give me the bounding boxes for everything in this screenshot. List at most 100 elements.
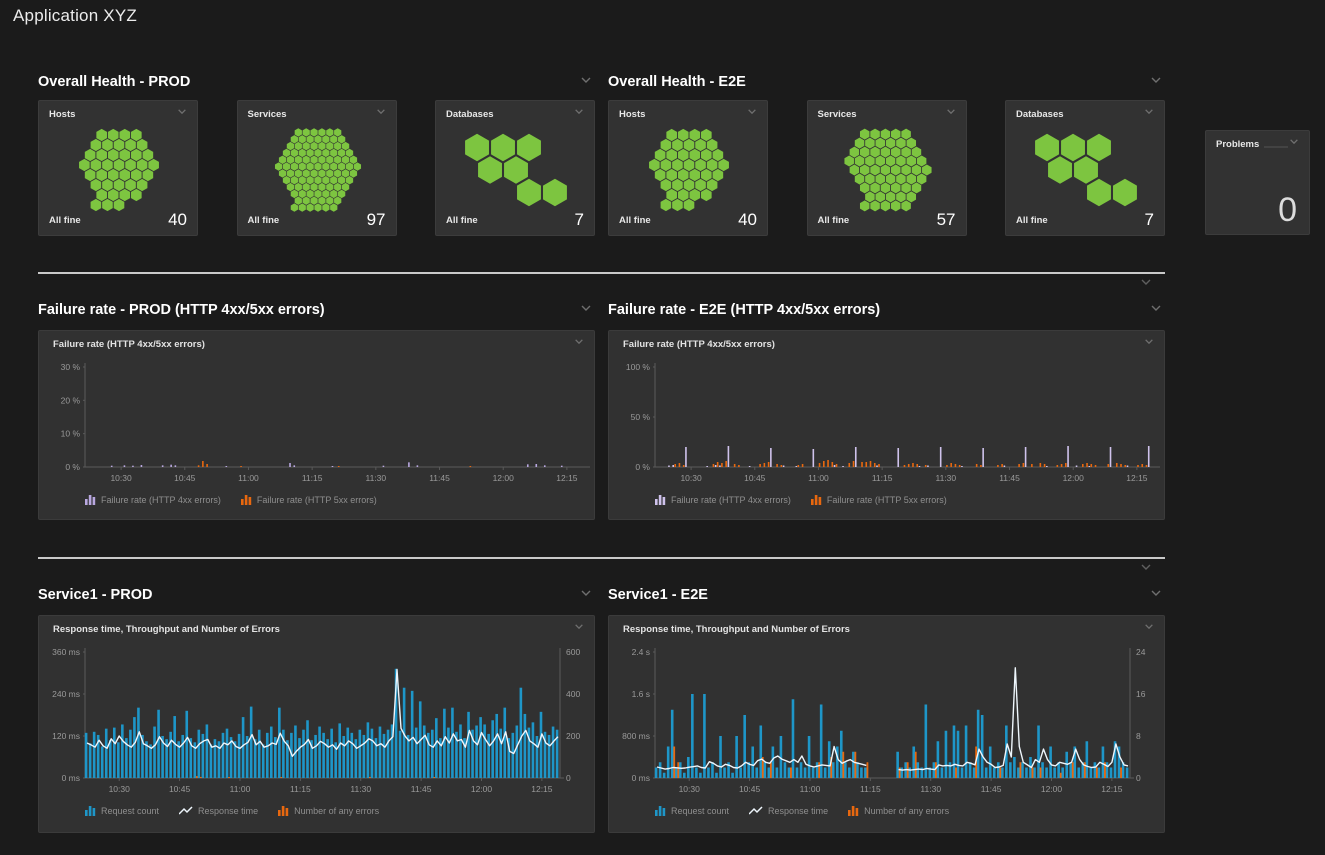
- hexagon[interactable]: [290, 203, 297, 211]
- hexagon[interactable]: [672, 159, 683, 171]
- hexagon[interactable]: [290, 176, 297, 184]
- hexagon[interactable]: [310, 142, 317, 150]
- hexagon[interactable]: [707, 179, 718, 191]
- hexagon[interactable]: [1087, 179, 1111, 207]
- hexagon[interactable]: [1035, 134, 1059, 162]
- hexagon[interactable]: [131, 129, 142, 141]
- hexagon[interactable]: [286, 183, 293, 191]
- hexagon[interactable]: [290, 135, 297, 143]
- hexagon[interactable]: [870, 147, 880, 158]
- hexagon[interactable]: [870, 200, 880, 211]
- legend-item[interactable]: Response time: [179, 806, 258, 816]
- hexagon[interactable]: [338, 162, 345, 170]
- hexagon[interactable]: [718, 159, 729, 171]
- hexagon[interactable]: [345, 149, 352, 157]
- hexagon[interactable]: [314, 176, 321, 184]
- hexagon[interactable]: [854, 173, 864, 184]
- hexagon[interactable]: [85, 169, 96, 181]
- hexagon[interactable]: [143, 149, 154, 161]
- hexagon[interactable]: [689, 129, 700, 141]
- hexagon[interactable]: [707, 159, 718, 171]
- chevron-down-icon[interactable]: [1144, 108, 1156, 116]
- hexagon[interactable]: [318, 197, 325, 205]
- hexagon[interactable]: [131, 149, 142, 161]
- hexagon[interactable]: [278, 169, 285, 177]
- hexagon[interactable]: [478, 156, 502, 184]
- hexagon[interactable]: [148, 159, 159, 171]
- hexagon[interactable]: [334, 156, 341, 164]
- hexagon[interactable]: [298, 162, 305, 170]
- hexagon[interactable]: [310, 183, 317, 191]
- hexagon[interactable]: [901, 129, 911, 140]
- hexagon[interactable]: [517, 134, 541, 162]
- hexagon[interactable]: [345, 176, 352, 184]
- hexagon[interactable]: [689, 189, 700, 201]
- hexagon[interactable]: [102, 199, 113, 211]
- hexagon[interactable]: [326, 183, 333, 191]
- hexagon[interactable]: [901, 182, 911, 193]
- hexagon[interactable]: [318, 183, 325, 191]
- hexagon[interactable]: [108, 149, 119, 161]
- hexagon[interactable]: [330, 203, 337, 211]
- hexagon[interactable]: [314, 162, 321, 170]
- hexagon[interactable]: [911, 182, 921, 193]
- chevron-down-icon[interactable]: [574, 108, 586, 116]
- hexagon[interactable]: [91, 179, 102, 191]
- hexagon[interactable]: [684, 199, 695, 211]
- hexagon[interactable]: [672, 179, 683, 191]
- hexagon[interactable]: [701, 169, 712, 181]
- hexagon[interactable]: [119, 169, 130, 181]
- hexagon[interactable]: [96, 129, 107, 141]
- hexagon[interactable]: [353, 162, 360, 170]
- legend-item[interactable]: Number of any errors: [278, 806, 379, 816]
- hexagon[interactable]: [290, 162, 297, 170]
- hexagon[interactable]: [672, 199, 683, 211]
- hexagon[interactable]: [302, 142, 309, 150]
- hexagon[interactable]: [865, 173, 875, 184]
- hexagon[interactable]: [298, 135, 305, 143]
- hexagon[interactable]: [330, 190, 337, 198]
- hexagon[interactable]: [859, 129, 869, 140]
- hexagon[interactable]: [108, 129, 119, 141]
- hexagon[interactable]: [314, 190, 321, 198]
- hexagon[interactable]: [870, 182, 880, 193]
- hexagon[interactable]: [543, 179, 567, 207]
- hexagon[interactable]: [294, 142, 301, 150]
- hexagon[interactable]: [870, 129, 880, 140]
- hexagon[interactable]: [916, 173, 926, 184]
- hexagon[interactable]: [689, 149, 700, 161]
- hexagon[interactable]: [859, 182, 869, 193]
- chevron-down-icon[interactable]: [177, 108, 189, 116]
- hexagon[interactable]: [922, 165, 932, 176]
- hexagon[interactable]: [85, 149, 96, 161]
- hexagon[interactable]: [102, 139, 113, 151]
- hexagon[interactable]: [119, 189, 130, 201]
- hexagon[interactable]: [906, 138, 916, 149]
- hexagon[interactable]: [322, 149, 329, 157]
- chevron-down-icon[interactable]: [1144, 338, 1156, 346]
- hexagon[interactable]: [310, 128, 317, 136]
- hexagon[interactable]: [137, 179, 148, 191]
- hexagon[interactable]: [849, 165, 859, 176]
- health-tile-hosts-e2e[interactable]: HostsAll fine40: [608, 100, 768, 236]
- hexagon[interactable]: [341, 142, 348, 150]
- hexagon[interactable]: [1061, 134, 1085, 162]
- hexagon[interactable]: [661, 179, 672, 191]
- hexagon[interactable]: [661, 139, 672, 151]
- hexagon[interactable]: [102, 179, 113, 191]
- health-tile-services-prod[interactable]: ServicesAll fine97: [237, 100, 397, 236]
- hexagon[interactable]: [707, 139, 718, 151]
- hexagon[interactable]: [302, 156, 309, 164]
- hexagon[interactable]: [854, 156, 864, 167]
- hexagon[interactable]: [125, 179, 136, 191]
- hexagon[interactable]: [859, 147, 869, 158]
- hexagon[interactable]: [286, 156, 293, 164]
- hexagon[interactable]: [294, 128, 301, 136]
- legend-item[interactable]: Failure rate (HTTP 4xx errors): [655, 495, 791, 505]
- hexagon[interactable]: [330, 176, 337, 184]
- hexagon[interactable]: [326, 128, 333, 136]
- chevron-down-icon[interactable]: [1150, 304, 1162, 312]
- hexagon[interactable]: [338, 135, 345, 143]
- hexagon[interactable]: [885, 173, 895, 184]
- hexagon[interactable]: [306, 135, 313, 143]
